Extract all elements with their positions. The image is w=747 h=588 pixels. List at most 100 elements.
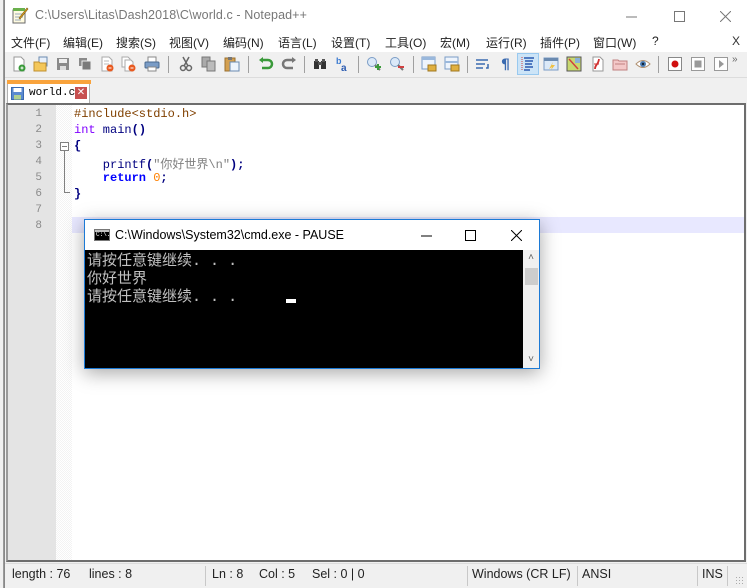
redo-icon <box>281 57 296 70</box>
close-file-button[interactable] <box>96 53 118 75</box>
line-number: 4 <box>35 156 42 168</box>
word-wrap-button[interactable] <box>472 53 494 75</box>
maximize-icon <box>464 229 476 241</box>
stop-macro-button[interactable] <box>687 53 709 75</box>
status-encoding: ANSI <box>582 567 612 581</box>
status-divider <box>697 566 698 586</box>
cmd-maximize-button[interactable] <box>447 220 493 250</box>
cmd-icon: C:\. <box>94 229 110 241</box>
code-line[interactable]: int main() <box>74 123 146 137</box>
zoom-out-button[interactable] <box>386 53 408 75</box>
paste-button[interactable] <box>221 53 243 75</box>
status-length: length : 76 <box>12 567 71 581</box>
resize-grip[interactable] <box>735 576 745 586</box>
save-button[interactable] <box>52 53 74 75</box>
sync-vertical-button[interactable] <box>418 53 440 75</box>
menu-language[interactable]: 语言(L) <box>278 34 317 51</box>
close-all-button[interactable] <box>118 53 140 75</box>
paste-icon <box>224 57 240 72</box>
function-list-button[interactable] <box>586 53 608 75</box>
udl-button[interactable] <box>540 53 562 75</box>
print-button[interactable] <box>141 53 163 75</box>
sync-horizontal-button[interactable] <box>441 53 463 75</box>
status-divider <box>577 566 578 586</box>
svg-text:¶: ¶ <box>501 57 510 72</box>
pilcrow-icon: ¶ <box>501 57 510 72</box>
maximize-button[interactable] <box>656 0 702 32</box>
folder-as-workspace-button[interactable] <box>609 53 631 75</box>
menu-run[interactable]: 运行(R) <box>486 34 527 51</box>
code-line[interactable]: return 0; <box>74 171 168 185</box>
status-bar: length : 76 lines : 8 Ln : 8 Col : 5 Sel… <box>5 563 747 588</box>
code-line[interactable]: } <box>74 187 81 201</box>
scroll-up-arrow-icon[interactable]: ˄ <box>523 250 539 266</box>
save-all-icon <box>79 58 92 71</box>
toolbar: ba ¶ » <box>5 52 747 78</box>
cmd-console-output[interactable]: 请按任意键继续. . . 你好世界 请按任意键继续. . . <box>85 250 523 368</box>
menu-settings[interactable]: 设置(T) <box>331 34 370 51</box>
function-list-icon <box>592 56 604 72</box>
indent-guide-button[interactable] <box>517 53 539 75</box>
fold-guide-end <box>64 192 70 193</box>
cmd-title-bar[interactable]: C:\. C:\Windows\System32\cmd.exe - PAUSE <box>85 220 539 250</box>
replace-button[interactable]: ba <box>332 53 354 75</box>
scroll-down-arrow-icon[interactable]: ˅ <box>523 352 539 368</box>
undo-button[interactable] <box>255 53 277 75</box>
word-wrap-icon <box>476 59 489 69</box>
record-macro-button[interactable] <box>664 53 686 75</box>
menu-plugins[interactable]: 插件(P) <box>540 34 580 51</box>
copy-button[interactable] <box>198 53 220 75</box>
tab-bar: world.c ✕ <box>5 79 747 103</box>
status-divider <box>205 566 206 586</box>
code-line[interactable]: { <box>74 139 81 153</box>
maximize-icon <box>673 10 685 22</box>
close-document-button[interactable]: X <box>732 34 740 48</box>
minimize-icon <box>625 16 637 17</box>
user-defined-language-icon <box>543 57 559 71</box>
toolbar-overflow-button[interactable]: » <box>732 54 738 65</box>
cmd-window: C:\. C:\Windows\System32\cmd.exe - PAUSE… <box>84 219 540 369</box>
menu-file[interactable]: 文件(F) <box>11 34 50 51</box>
fold-collapse-toggle[interactable] <box>60 142 69 151</box>
menu-edit[interactable]: 编辑(E) <box>63 34 103 51</box>
cut-icon <box>179 56 193 72</box>
show-all-characters-button[interactable]: ¶ <box>495 53 517 75</box>
redo-button[interactable] <box>278 53 300 75</box>
menu-encoding[interactable]: 编码(N) <box>223 34 264 51</box>
code-line[interactable]: printf("你好世界\n"); <box>74 155 245 172</box>
tab-world-c[interactable]: world.c ✕ <box>7 80 91 103</box>
menu-help[interactable]: ? <box>652 34 659 48</box>
cmd-close-button[interactable] <box>493 220 539 250</box>
zoom-in-button[interactable] <box>363 53 385 75</box>
menu-view[interactable]: 视图(V) <box>169 34 209 51</box>
menu-macro[interactable]: 宏(M) <box>440 34 470 51</box>
find-icon <box>314 59 326 69</box>
title-bar: C:\Users\Litas\Dash2018\C\world.c - Note… <box>5 0 747 32</box>
fold-guide <box>64 151 65 192</box>
menu-window[interactable]: 窗口(W) <box>593 34 636 51</box>
menu-search[interactable]: 搜索(S) <box>116 34 156 51</box>
tab-close-button[interactable]: ✕ <box>75 87 87 99</box>
cut-button[interactable] <box>175 53 197 75</box>
monitoring-button[interactable] <box>632 53 654 75</box>
close-icon <box>510 229 522 241</box>
cmd-scrollbar[interactable]: ˄ ˅ <box>523 250 539 368</box>
find-button[interactable] <box>309 53 331 75</box>
line-number: 2 <box>35 124 42 136</box>
new-file-button[interactable] <box>8 53 30 75</box>
scrollbar-thumb[interactable] <box>525 268 538 285</box>
save-icon <box>57 58 69 70</box>
code-token: } <box>74 187 82 201</box>
cmd-minimize-button[interactable] <box>403 220 449 250</box>
zoom-out-icon <box>390 57 404 71</box>
open-file-button[interactable] <box>30 53 52 75</box>
code-line[interactable]: #include<stdio.h> <box>74 107 196 121</box>
document-map-button[interactable] <box>563 53 585 75</box>
close-button[interactable] <box>702 0 747 32</box>
replace-icon: ba <box>336 56 347 72</box>
play-macro-button[interactable] <box>710 53 732 75</box>
save-all-button[interactable] <box>74 53 96 75</box>
minimize-button[interactable] <box>608 0 654 32</box>
menu-tools[interactable]: 工具(O) <box>385 34 426 51</box>
sync-horizontal-icon <box>444 56 460 72</box>
